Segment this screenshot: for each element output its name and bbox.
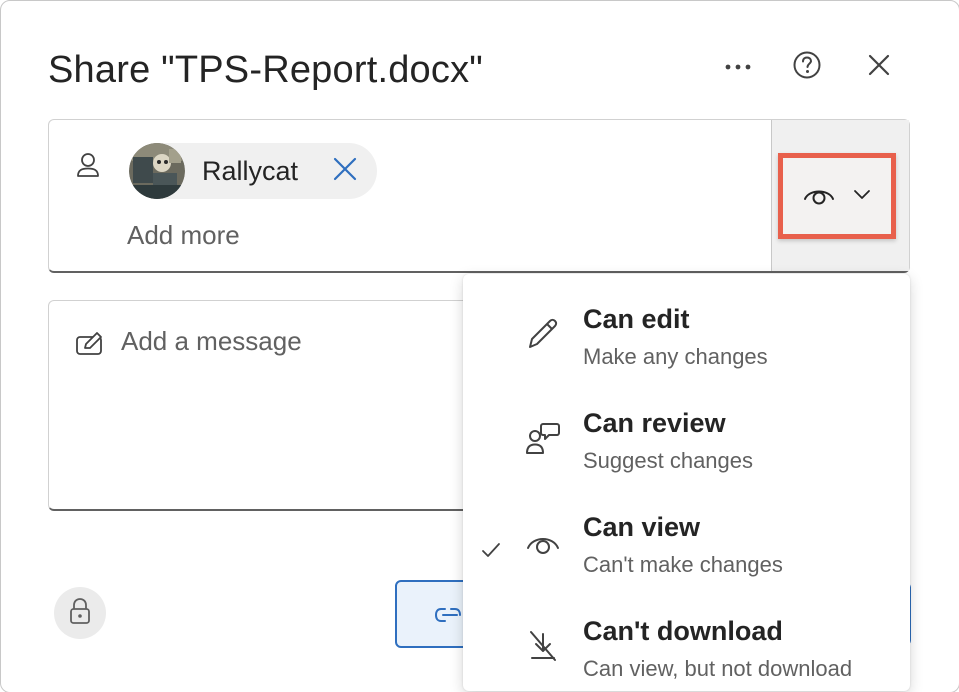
share-dialog: Share "TPS-Report.docx" Rallycat Add mor… (0, 0, 959, 692)
menu-item-subtitle: Suggest changes (583, 448, 754, 473)
dismiss-icon (333, 157, 357, 186)
menu-item-subtitle: Can view, but not download (583, 656, 853, 681)
chevron-down-icon (853, 187, 871, 205)
menu-item-subtitle: Make any changes (583, 344, 768, 369)
permission-dropdown-button[interactable] (778, 153, 896, 239)
link-settings-button[interactable] (54, 587, 106, 639)
avatar (129, 143, 185, 199)
dialog-title: Share "TPS-Report.docx" (48, 49, 483, 91)
help-button[interactable] (785, 45, 829, 89)
menu-item-title: Can't download (583, 616, 783, 646)
eye-icon (525, 524, 561, 560)
no-download-icon (525, 628, 561, 664)
lock-icon (69, 597, 91, 630)
recipients-field[interactable]: Rallycat Add more (48, 119, 910, 273)
ellipsis-icon (725, 58, 751, 76)
compose-icon (75, 331, 105, 357)
menu-item-can-review[interactable]: Can review Suggest changes (463, 386, 910, 486)
remove-recipient-button[interactable] (331, 157, 359, 185)
share-dialog-stage: Share "TPS-Report.docx" Rallycat Add mor… (0, 0, 959, 692)
menu-item-cant-download[interactable]: Can't download Can view, but not downloa… (463, 594, 910, 692)
recipient-chip[interactable]: Rallycat (129, 143, 377, 199)
checkmark-icon (481, 540, 501, 560)
close-button[interactable] (857, 45, 901, 89)
close-icon (868, 54, 890, 81)
people-comment-icon (525, 420, 561, 456)
menu-item-can-edit[interactable]: Can edit Make any changes (463, 282, 910, 382)
message-placeholder: Add a message (121, 326, 302, 356)
menu-item-subtitle: Can't make changes (583, 552, 783, 577)
more-options-button[interactable] (716, 45, 760, 89)
permission-area (771, 120, 909, 271)
add-more-placeholder[interactable]: Add more (127, 220, 240, 251)
recipient-name: Rallycat (202, 155, 299, 186)
menu-item-title: Can edit (583, 304, 690, 334)
menu-item-title: Can review (583, 408, 726, 438)
permission-menu: Can edit Make any changes Can review Sug… (463, 274, 910, 691)
menu-item-can-view[interactable]: Can view Can't make changes (463, 490, 910, 590)
pencil-icon (525, 316, 561, 352)
person-icon (75, 152, 101, 180)
link-icon (433, 600, 463, 635)
help-circle-icon (792, 50, 822, 85)
menu-item-title: Can view (583, 512, 701, 542)
eye-icon (803, 183, 835, 210)
